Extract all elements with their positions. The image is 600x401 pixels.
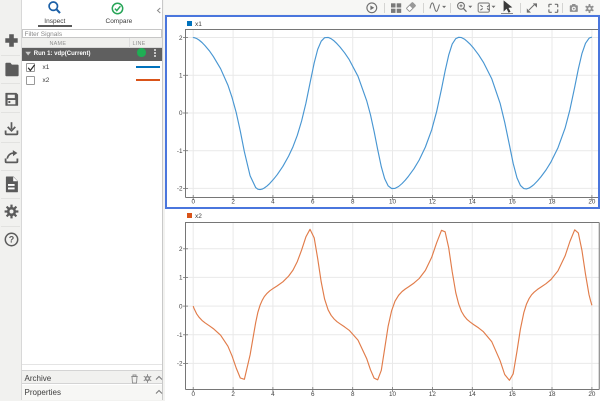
- svg-text:0: 0: [179, 303, 183, 310]
- svg-text:-1: -1: [177, 332, 183, 339]
- svg-text:20: 20: [588, 391, 596, 398]
- svg-text:-2: -2: [177, 361, 183, 368]
- svg-text:4: 4: [271, 391, 275, 398]
- svg-text:8: 8: [351, 391, 355, 398]
- svg-text:18: 18: [548, 391, 556, 398]
- svg-text:?: ?: [8, 235, 14, 245]
- svg-text:10: 10: [389, 391, 397, 398]
- svg-text:14: 14: [469, 391, 477, 398]
- svg-text:2: 2: [231, 391, 235, 398]
- svg-text:2: 2: [179, 246, 183, 253]
- svg-text:12: 12: [429, 391, 437, 398]
- svg-text:6: 6: [311, 391, 315, 398]
- svg-text:16: 16: [509, 391, 517, 398]
- svg-text:1: 1: [179, 275, 183, 282]
- svg-text:0: 0: [191, 391, 195, 398]
